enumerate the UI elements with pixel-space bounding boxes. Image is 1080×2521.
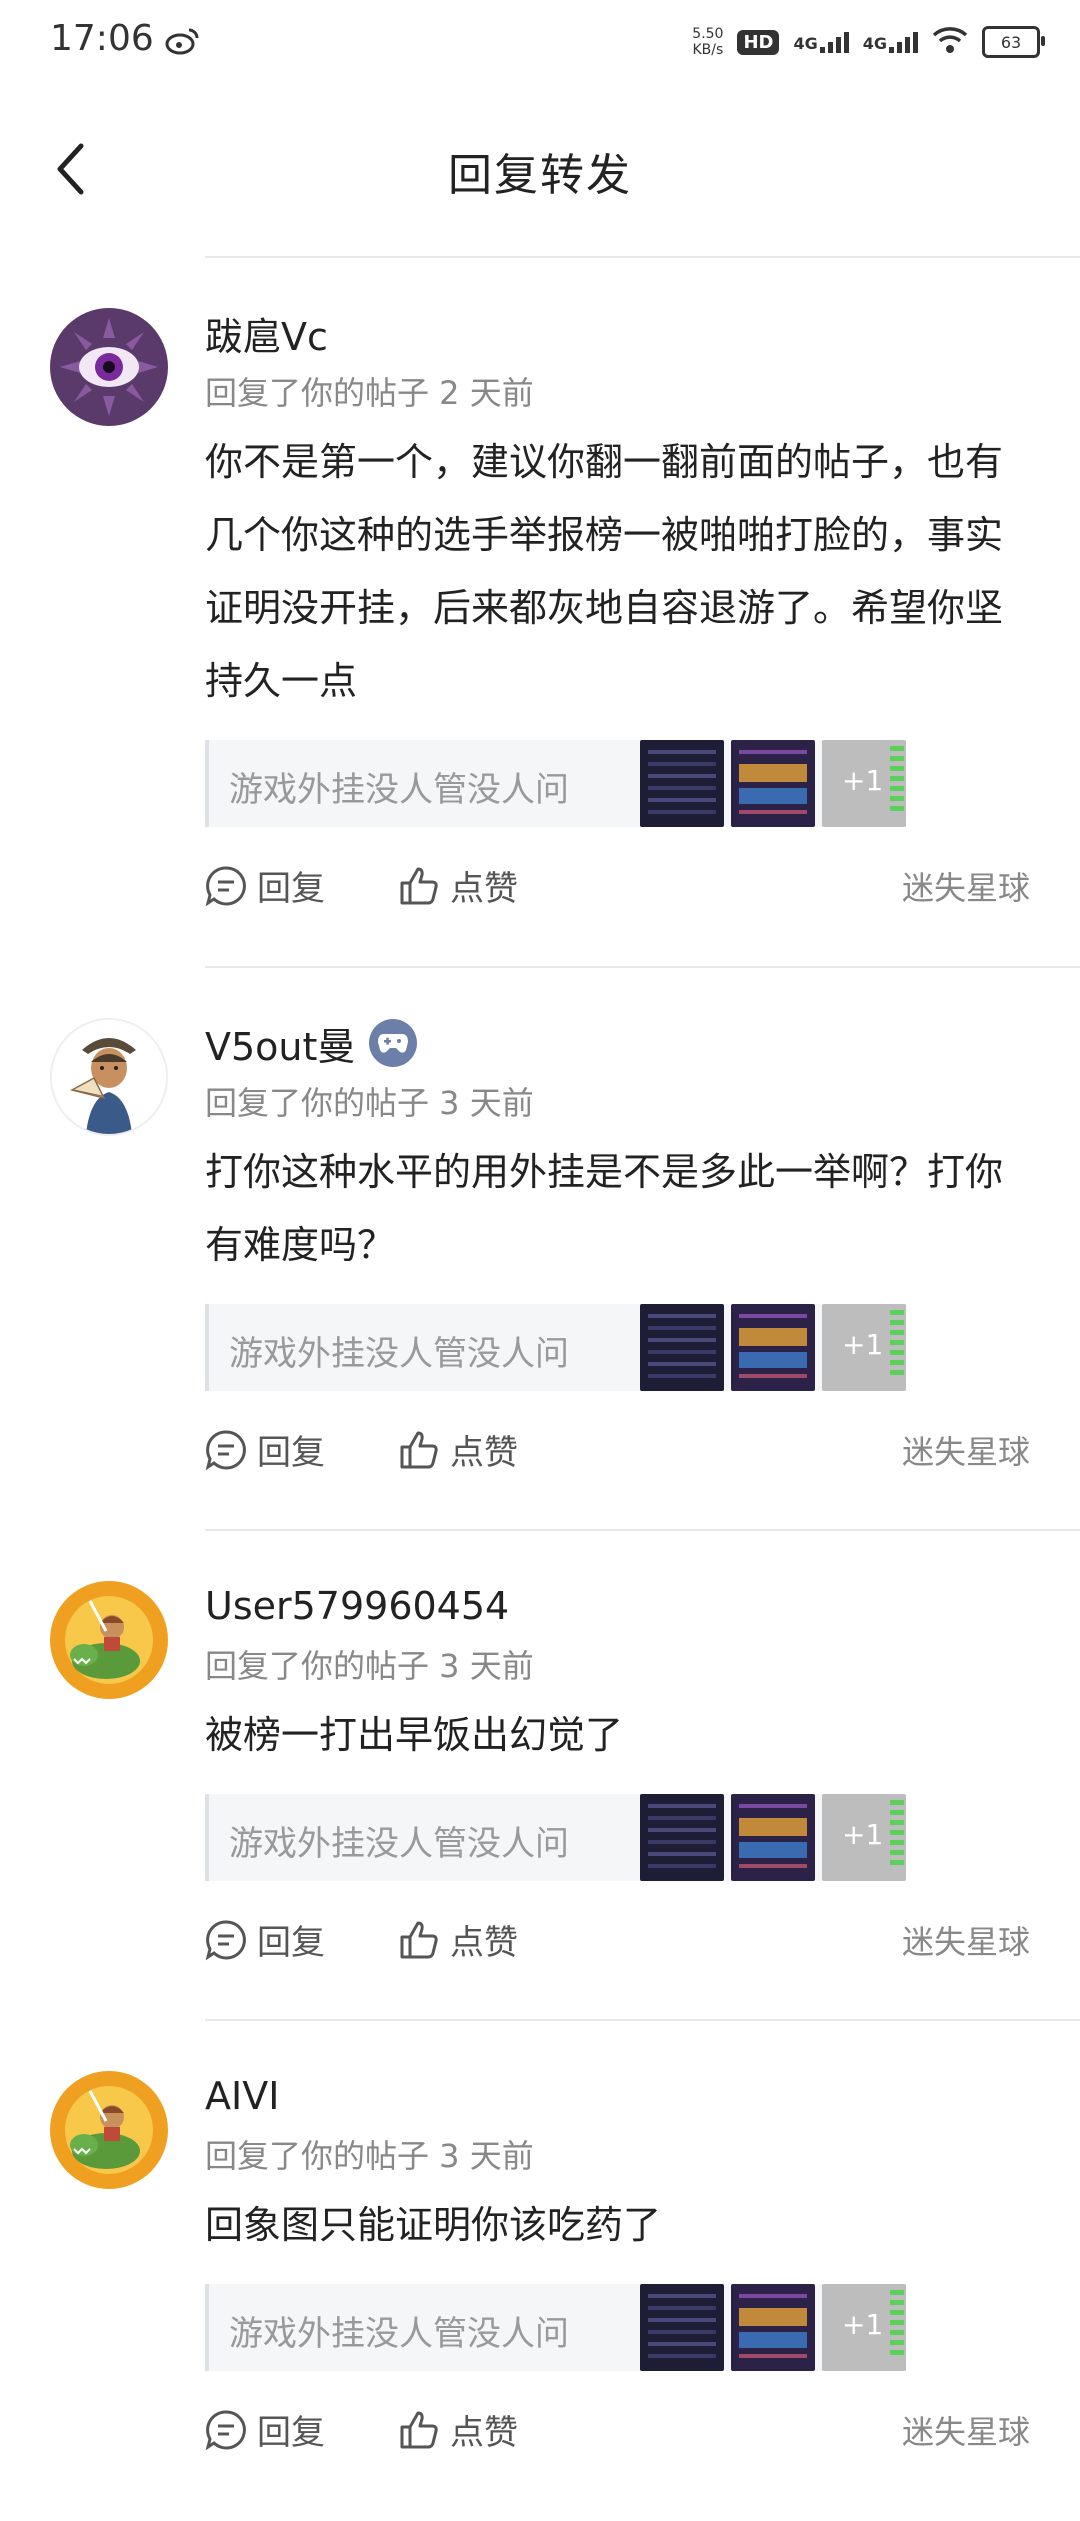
reply-card[interactable]: AIVI 回复了你的帖子 3 天前 回象图只能证明你该吃药了 游戏外挂没人管没人…	[0, 2021, 1080, 2521]
username[interactable]: 跋扈Vc	[205, 306, 328, 361]
quoted-post-title: 游戏外挂没人管没人问	[229, 770, 569, 810]
status-indicators: 5.50 KB/s HD 4G 4G 63	[692, 20, 1045, 64]
weibo-icon	[165, 26, 199, 56]
reply-meta: 回复了你的帖子 3 天前	[205, 1647, 534, 1685]
like-button[interactable]: 点赞	[398, 1425, 518, 1474]
thumbs-up-icon	[400, 1921, 438, 1958]
post-author[interactable]: 迷失星球	[902, 1427, 1030, 1473]
reply-meta: 回复了你的帖子 3 天前	[205, 2137, 534, 2175]
hd-badge: HD	[737, 29, 780, 55]
username[interactable]: V5out曼	[205, 1016, 355, 1071]
avatar[interactable]	[50, 2071, 168, 2189]
thumbs-up-icon	[400, 867, 438, 904]
post-thumbnail	[731, 1304, 815, 1391]
post-thumbnail: +1	[822, 1304, 906, 1391]
more-images-count: +1	[842, 1818, 884, 1851]
like-button[interactable]: 点赞	[398, 1915, 518, 1964]
reply-card[interactable]: 跋扈Vc 回复了你的帖子 2 天前 你不是第一个，建议你翻一翻前面的帖子，也有几…	[0, 258, 1080, 968]
post-thumbnail	[640, 2284, 724, 2371]
post-thumbnail	[640, 1794, 724, 1881]
nav-bar: 回复转发	[0, 84, 1080, 258]
comment-icon	[205, 1429, 246, 1470]
thumbs-up-icon	[400, 1431, 438, 1468]
comment-icon	[205, 1919, 246, 1960]
reply-card[interactable]: User579960454 回复了你的帖子 3 天前 被榜一打出早饭出幻觉了 游…	[0, 1531, 1080, 2021]
reply-button[interactable]: 回复	[205, 1425, 325, 1474]
avatar[interactable]	[50, 1018, 168, 1136]
reply-text: 被榜一打出早饭出幻觉了	[205, 1713, 624, 1757]
reply-card[interactable]: V5out曼 回复了你的帖子 3 天前 打你这种水平的用外挂是不是多此一举啊？打…	[0, 968, 1080, 1531]
post-author[interactable]: 迷失星球	[902, 1917, 1030, 1963]
reply-button[interactable]: 回复	[205, 2405, 325, 2454]
post-thumbnail	[640, 1304, 724, 1391]
reply-meta: 回复了你的帖子 2 天前	[205, 374, 534, 412]
post-author[interactable]: 迷失星球	[902, 863, 1030, 909]
post-thumbnail	[731, 740, 815, 827]
quoted-post[interactable]: 游戏外挂没人管没人问 +1	[205, 1304, 906, 1391]
reply-list: 跋扈Vc 回复了你的帖子 2 天前 你不是第一个，建议你翻一翻前面的帖子，也有几…	[0, 258, 1080, 2521]
signal-4g-icon: 4G	[863, 31, 918, 53]
reply-text: 回象图只能证明你该吃药了	[205, 2203, 662, 2247]
avatar[interactable]	[50, 308, 168, 426]
reply-button[interactable]: 回复	[205, 861, 325, 910]
gamepad-icon	[369, 1019, 418, 1067]
wifi-icon	[932, 26, 968, 58]
username[interactable]: AIVI	[205, 2074, 279, 2118]
page-title: 回复转发	[448, 150, 632, 201]
like-button[interactable]: 点赞	[398, 861, 518, 910]
post-thumbnail	[731, 1794, 815, 1881]
thumbs-up-icon	[400, 2411, 438, 2448]
quoted-post-title: 游戏外挂没人管没人问	[229, 2314, 569, 2354]
reply-text: 你不是第一个，建议你翻一翻前面的帖子，也有几个你这种的选手举报榜一被啪啪打脸的，…	[205, 440, 1004, 703]
quoted-post[interactable]: 游戏外挂没人管没人问 +1	[205, 2284, 906, 2371]
reply-meta: 回复了你的帖子 3 天前	[205, 1084, 534, 1122]
comment-icon	[205, 865, 246, 906]
post-thumbnail: +1	[822, 2284, 906, 2371]
quoted-post-title: 游戏外挂没人管没人问	[229, 1824, 569, 1864]
more-images-count: +1	[842, 1328, 884, 1361]
battery-icon: 63	[982, 26, 1045, 58]
more-images-count: +1	[842, 764, 884, 797]
quoted-post-title: 游戏外挂没人管没人问	[229, 1334, 569, 1374]
reply-button[interactable]: 回复	[205, 1915, 325, 1964]
status-time: 17:06	[50, 18, 154, 59]
signal-4g-icon: 4G	[793, 31, 849, 53]
post-thumbnail: +1	[822, 1794, 906, 1881]
avatar[interactable]	[50, 1581, 168, 1699]
username[interactable]: User579960454	[205, 1584, 509, 1628]
post-thumbnail	[731, 2284, 815, 2371]
status-bar: 17:06 5.50 KB/s HD 4G 4G 63	[0, 0, 1080, 84]
quoted-post[interactable]: 游戏外挂没人管没人问 +1	[205, 1794, 906, 1881]
more-images-count: +1	[842, 2308, 884, 2341]
post-thumbnail	[640, 740, 724, 827]
quoted-post[interactable]: 游戏外挂没人管没人问 +1	[205, 740, 906, 827]
post-author[interactable]: 迷失星球	[902, 2407, 1030, 2453]
like-button[interactable]: 点赞	[398, 2405, 518, 2454]
post-thumbnail: +1	[822, 740, 906, 827]
network-speed: 5.50 KB/s	[692, 26, 724, 58]
comment-icon	[205, 2409, 246, 2450]
reply-text: 打你这种水平的用外挂是不是多此一举啊？打你有难度吗？	[205, 1150, 1004, 1267]
